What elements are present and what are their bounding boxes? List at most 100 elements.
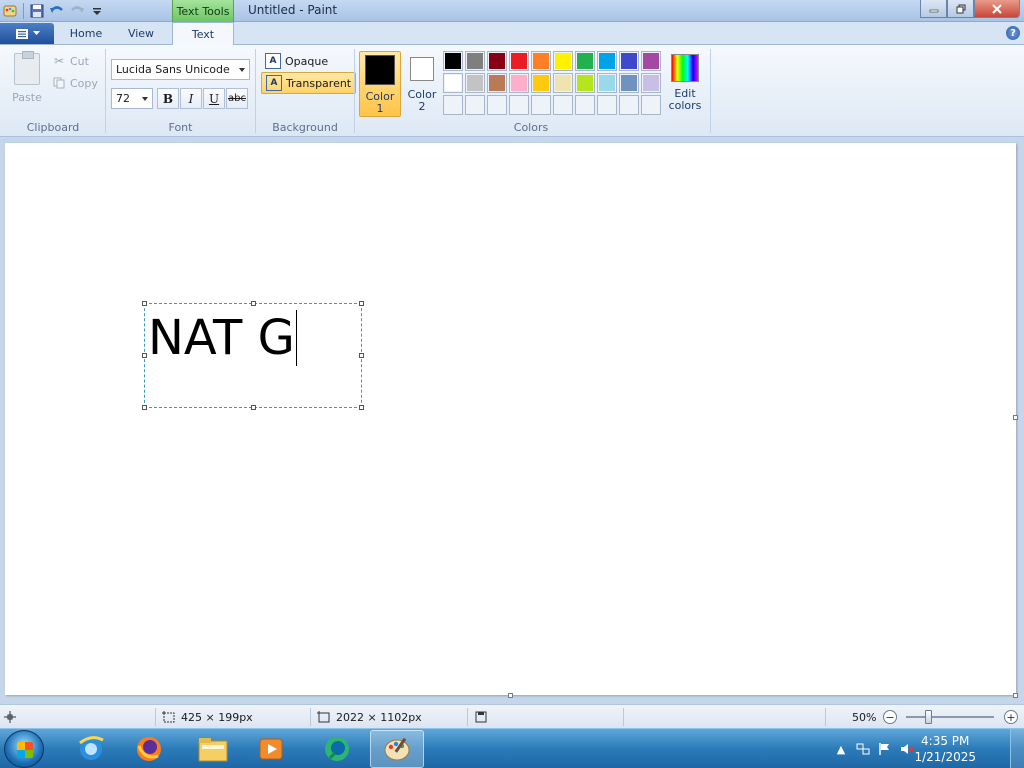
opaque-button[interactable]: A Opaque: [261, 50, 332, 72]
media-player-taskbar-icon[interactable]: [244, 730, 298, 768]
resize-handle[interactable]: [359, 301, 364, 306]
palette-swatch[interactable]: [641, 73, 661, 93]
close-button[interactable]: [974, 0, 1020, 18]
paste-button[interactable]: Paste: [6, 51, 48, 117]
file-size: [475, 705, 487, 729]
palette-swatch[interactable]: [443, 51, 463, 71]
underline-button[interactable]: U: [203, 88, 225, 109]
copy-button[interactable]: Copy: [52, 73, 98, 93]
resize-handle[interactable]: [142, 405, 147, 410]
palette-swatch[interactable]: [575, 51, 595, 71]
palette-swatch[interactable]: [641, 51, 661, 71]
palette-swatch[interactable]: [619, 73, 639, 93]
font-size-select[interactable]: 72: [111, 88, 153, 109]
bold-button[interactable]: B: [157, 88, 179, 109]
taskbar-clock[interactable]: 4:35 PM 1/21/2025: [914, 733, 976, 765]
show-desktop-button[interactable]: [1010, 729, 1024, 768]
custom-color-slot[interactable]: [619, 95, 639, 115]
cut-button[interactable]: ✂ Cut: [52, 51, 89, 71]
internet-explorer-taskbar-icon[interactable]: [64, 730, 118, 768]
zoom-out-button[interactable]: −: [883, 710, 897, 724]
custom-color-slot[interactable]: [509, 95, 529, 115]
italic-button[interactable]: I: [180, 88, 202, 109]
resize-handle[interactable]: [359, 405, 364, 410]
firefox-taskbar-icon[interactable]: [122, 730, 176, 768]
resize-handle[interactable]: [251, 405, 256, 410]
palette-swatch[interactable]: [531, 51, 551, 71]
canvas-resize-handle-corner[interactable]: [1013, 693, 1018, 698]
tab-home[interactable]: Home: [60, 22, 112, 45]
paint-taskbar-icon[interactable]: [370, 730, 424, 768]
zoom-slider-thumb[interactable]: [925, 710, 932, 724]
opaque-icon: A: [265, 53, 281, 69]
qat-separator: [23, 3, 24, 19]
volume-muted-icon[interactable]: [900, 742, 914, 756]
tab-view[interactable]: View: [116, 22, 166, 45]
text-box[interactable]: NAT G: [142, 301, 364, 410]
undo-icon[interactable]: [47, 1, 67, 21]
copy-icon: [52, 76, 66, 90]
palette-swatch[interactable]: [531, 73, 551, 93]
palette-swatch[interactable]: [553, 73, 573, 93]
file-explorer-taskbar-icon[interactable]: [186, 730, 240, 768]
help-icon[interactable]: ?: [1006, 26, 1020, 40]
restore-button[interactable]: [947, 0, 974, 18]
quick-access-toolbar: [0, 0, 107, 22]
redo-icon[interactable]: [67, 1, 87, 21]
palette-swatch[interactable]: [597, 51, 617, 71]
drawing-canvas[interactable]: NAT G: [5, 143, 1016, 695]
zoom-slider-track[interactable]: [906, 716, 994, 718]
customize-qat-icon[interactable]: [87, 1, 107, 21]
window-title: Untitled - Paint: [248, 3, 338, 17]
tab-text[interactable]: Text: [172, 22, 234, 46]
resize-handle[interactable]: [359, 353, 364, 358]
custom-color-slot[interactable]: [531, 95, 551, 115]
network-icon[interactable]: [856, 742, 870, 756]
zoom-in-button[interactable]: +: [1004, 710, 1018, 724]
custom-color-slot[interactable]: [553, 95, 573, 115]
messenger-taskbar-icon[interactable]: [310, 730, 364, 768]
resize-handle[interactable]: [142, 301, 147, 306]
font-family-select[interactable]: Lucida Sans Unicode: [111, 59, 250, 80]
action-center-flag-icon[interactable]: [878, 742, 892, 756]
edit-colors-button[interactable]: Edit colors: [663, 51, 707, 117]
palette-swatch[interactable]: [619, 51, 639, 71]
custom-color-slot[interactable]: [487, 95, 507, 115]
palette-swatch[interactable]: [509, 51, 529, 71]
palette-swatch[interactable]: [509, 73, 529, 93]
custom-color-slot[interactable]: [465, 95, 485, 115]
taskbar: ▲ 4:35 PM 1/21/2025: [0, 728, 1024, 768]
text-box-content[interactable]: NAT G: [148, 310, 297, 366]
resize-handle[interactable]: [251, 301, 256, 306]
color2-button[interactable]: Color 2: [401, 51, 443, 117]
minimize-button[interactable]: [920, 0, 947, 18]
palette-swatch[interactable]: [487, 51, 507, 71]
show-hidden-icons-icon[interactable]: ▲: [834, 742, 848, 756]
canvas-resize-handle-right[interactable]: [1013, 415, 1018, 420]
resize-handle[interactable]: [142, 353, 147, 358]
custom-color-slot[interactable]: [443, 95, 463, 115]
color1-label-line2: 1: [376, 102, 384, 115]
color1-button[interactable]: Color 1: [359, 51, 401, 117]
canvas-resize-handle-bottom[interactable]: [508, 693, 513, 698]
palette-swatch[interactable]: [575, 73, 595, 93]
save-icon[interactable]: [27, 1, 47, 21]
strikethrough-button[interactable]: abc: [226, 88, 248, 109]
palette-swatch[interactable]: [443, 73, 463, 93]
palette-swatch[interactable]: [465, 51, 485, 71]
font-family-value: Lucida Sans Unicode: [116, 63, 230, 76]
paint-app-icon[interactable]: [0, 1, 20, 21]
palette-swatch[interactable]: [553, 51, 573, 71]
custom-color-slot[interactable]: [575, 95, 595, 115]
swatch-fill: [489, 75, 505, 91]
custom-color-slot[interactable]: [597, 95, 617, 115]
custom-color-slot[interactable]: [641, 95, 661, 115]
palette-swatch[interactable]: [487, 73, 507, 93]
palette-swatch[interactable]: [465, 73, 485, 93]
transparent-button[interactable]: A Transparent: [261, 72, 357, 94]
palette-swatch[interactable]: [597, 73, 617, 93]
paint-menu-button[interactable]: [0, 23, 54, 44]
start-button[interactable]: [4, 730, 44, 768]
selection-icon: [162, 711, 175, 723]
canvas-scroll-area[interactable]: NAT G: [0, 138, 1024, 704]
